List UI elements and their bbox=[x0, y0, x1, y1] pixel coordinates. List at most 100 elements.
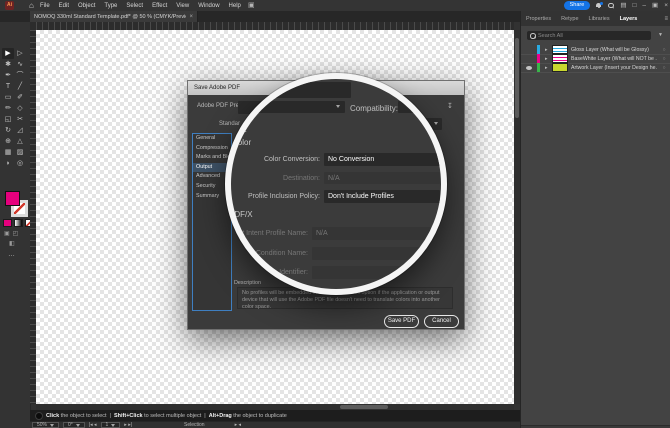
artboard-nav-prev[interactable]: |◂ ◂ bbox=[89, 422, 97, 428]
artboard-nav-next[interactable]: ▸ ▸| bbox=[124, 422, 132, 428]
paintbrush-tool-icon[interactable]: ✐ bbox=[14, 92, 26, 103]
menu-effect[interactable]: Effect bbox=[152, 3, 167, 9]
menu-select[interactable]: Select bbox=[126, 3, 143, 9]
section-marks-and-bleeds[interactable]: Marks and Bleeds bbox=[193, 153, 231, 163]
color-button[interactable] bbox=[3, 219, 12, 227]
menu-object[interactable]: Object bbox=[78, 3, 95, 9]
panel-tab-strip: Properties Retype Libraries Layers ≡ bbox=[521, 11, 670, 26]
arrange-documents-icon[interactable]: ▣ bbox=[248, 1, 255, 10]
gradient-button[interactable] bbox=[14, 219, 23, 227]
restore-icon[interactable]: ▣ bbox=[652, 0, 658, 11]
chevron-down-icon bbox=[421, 105, 425, 108]
layer-thumbnail[interactable] bbox=[552, 54, 568, 63]
notifications-bell-icon[interactable] bbox=[596, 3, 602, 9]
scissors-tool-icon[interactable]: ✂ bbox=[14, 114, 26, 125]
rotate-tool-icon[interactable]: ↻ bbox=[2, 125, 14, 136]
close-window-icon[interactable]: × bbox=[664, 0, 668, 11]
panel-menu-icon[interactable]: ≡ bbox=[664, 16, 668, 22]
vertical-scrollbar-thumb[interactable] bbox=[515, 38, 519, 118]
mesh-tool-icon[interactable]: ▦ bbox=[2, 147, 14, 158]
workspace-switcher-icon[interactable]: ▤ bbox=[620, 0, 626, 11]
share-button[interactable]: Share bbox=[564, 1, 591, 10]
tab-properties[interactable]: Properties bbox=[521, 16, 556, 22]
menu-type[interactable]: Type bbox=[104, 3, 117, 9]
draw-normal-icon[interactable]: ▣ bbox=[4, 230, 10, 237]
document-tab-close-icon[interactable]: × bbox=[186, 14, 193, 20]
tab-layers[interactable]: Layers bbox=[615, 16, 643, 22]
home-icon[interactable]: ⌂ bbox=[29, 1, 34, 11]
layer-name[interactable]: Gloss Layer (What will be Glossy) bbox=[571, 47, 657, 53]
layer-row-artwork[interactable]: ▸ Artwork Layer (Insert your Design he..… bbox=[521, 63, 670, 73]
output-condition-identifier-field bbox=[312, 266, 421, 279]
eraser-tool-icon[interactable]: ◱ bbox=[2, 114, 14, 125]
save-pdf-button[interactable]: Save PDF bbox=[384, 315, 419, 328]
tab-libraries[interactable]: Libraries bbox=[584, 16, 615, 22]
zoom-level-select[interactable]: 50% bbox=[32, 422, 59, 428]
shape-builder-tool-icon[interactable]: ⊕ bbox=[2, 136, 14, 147]
color-conversion-label: Color Conversion: bbox=[264, 156, 320, 163]
magnified-preset-dropdown[interactable] bbox=[231, 82, 351, 98]
curvature-tool-icon[interactable]: ⌒ bbox=[14, 70, 26, 81]
status-history-arrows[interactable]: ▸ ◂ bbox=[235, 422, 241, 428]
magnified-standard-dropdown[interactable] bbox=[231, 101, 345, 113]
output-intent-profile-name-label: put Intent Profile Name: bbox=[234, 230, 308, 237]
gradient-tool-icon[interactable]: ▨ bbox=[14, 147, 26, 158]
layer-color-bar bbox=[537, 45, 540, 54]
menu-help[interactable]: Help bbox=[229, 3, 241, 9]
save-preset-icon[interactable]: ↧ bbox=[447, 102, 453, 110]
visibility-toggle[interactable] bbox=[521, 66, 537, 70]
edit-toolbar-icon[interactable]: … bbox=[8, 251, 16, 258]
lasso-tool-icon[interactable]: ∿ bbox=[14, 59, 26, 70]
artboard-number-select[interactable]: 1 bbox=[101, 422, 121, 428]
search-icon[interactable] bbox=[608, 3, 614, 9]
hint-bar: Click the object to select | Shift+Click… bbox=[30, 410, 520, 421]
perspective-grid-tool-icon[interactable]: △ bbox=[14, 136, 26, 147]
horizontal-scrollbar-thumb[interactable] bbox=[340, 405, 388, 409]
shaper-tool-icon[interactable]: ◇ bbox=[14, 103, 26, 114]
target-circle-icon[interactable]: ○ bbox=[657, 56, 670, 62]
cancel-button[interactable]: Cancel bbox=[424, 315, 459, 328]
magic-wand-tool-icon[interactable]: ✱ bbox=[2, 59, 14, 70]
destination-value: N/A bbox=[328, 175, 340, 182]
section-general[interactable]: General bbox=[193, 134, 231, 144]
filter-icon[interactable]: ▼ bbox=[658, 32, 663, 38]
blend-tool-icon[interactable]: ◎ bbox=[14, 158, 26, 169]
app-icon[interactable]: Ai bbox=[5, 1, 14, 10]
layer-name[interactable]: Artwork Layer (Insert your Design he... bbox=[571, 65, 657, 71]
eyedropper-tool-icon[interactable]: ◗ bbox=[2, 158, 14, 169]
draw-behind-icon[interactable]: ◰ bbox=[13, 230, 19, 237]
rotation-select[interactable]: 0° bbox=[63, 422, 85, 428]
layers-search-input[interactable] bbox=[527, 31, 651, 40]
menu-edit[interactable]: Edit bbox=[59, 3, 69, 9]
screen-mode-icon[interactable]: ◧ bbox=[9, 240, 15, 247]
line-segment-tool-icon[interactable]: ╱ bbox=[14, 81, 26, 92]
layer-name[interactable]: BaseWhite Layer (What will NOT be ... bbox=[571, 56, 657, 62]
fill-swatch[interactable] bbox=[5, 191, 20, 206]
tab-retype[interactable]: Retype bbox=[556, 16, 583, 22]
menu-view[interactable]: View bbox=[176, 3, 189, 9]
pen-tool-icon[interactable]: ✒ bbox=[2, 70, 14, 81]
layer-thumbnail[interactable] bbox=[552, 45, 568, 54]
expand-arrow-icon[interactable]: ▸ bbox=[545, 65, 552, 71]
document-tab[interactable]: NOMOQ 330ml Standard Template.pdf* @ 50 … bbox=[30, 11, 198, 22]
direct-selection-tool-icon[interactable]: ▷ bbox=[14, 48, 26, 59]
menu-file[interactable]: File bbox=[40, 3, 50, 9]
layer-thumbnail[interactable] bbox=[552, 63, 568, 72]
expand-arrow-icon[interactable]: ▸ bbox=[545, 47, 552, 53]
hint-separator-2: | bbox=[204, 413, 205, 419]
target-circle-icon[interactable]: ○ bbox=[657, 47, 670, 53]
rectangle-tool-icon[interactable]: ▭ bbox=[2, 92, 14, 103]
color-conversion-value: No Conversion bbox=[328, 156, 374, 163]
selection-tool-icon[interactable]: ▶ bbox=[2, 48, 14, 59]
scale-tool-icon[interactable]: ◿ bbox=[14, 125, 26, 136]
menu-window[interactable]: Window bbox=[198, 3, 219, 9]
section-compression[interactable]: Compression bbox=[193, 144, 231, 154]
pencil-tool-icon[interactable]: ✏ bbox=[2, 103, 14, 114]
magnified-compatibility-dropdown[interactable] bbox=[398, 101, 428, 113]
type-tool-icon[interactable]: T bbox=[2, 81, 14, 92]
expand-arrow-icon[interactable]: ▸ bbox=[545, 56, 552, 62]
target-circle-icon[interactable]: ○ bbox=[657, 65, 670, 71]
minimize-icon[interactable]: – bbox=[642, 0, 646, 11]
output-intent-profile-name-field bbox=[312, 227, 431, 240]
maximize-icon[interactable]: □ bbox=[632, 0, 636, 11]
